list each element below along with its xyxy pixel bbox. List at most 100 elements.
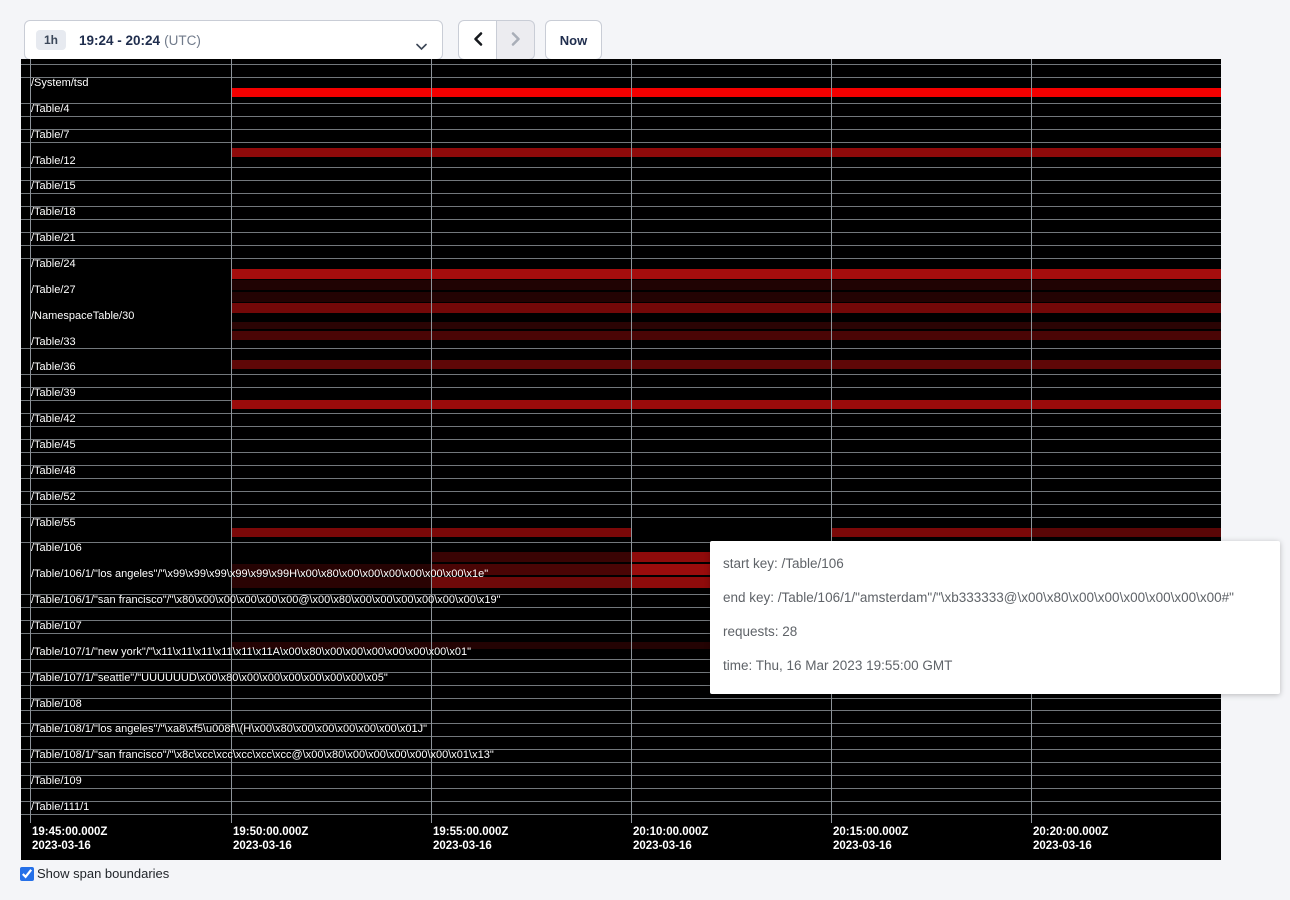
show-span-boundaries-control: Show span boundaries — [20, 866, 169, 881]
tooltip-line: end key: /Table/106/1/"amsterdam"/"\xb33… — [723, 581, 1266, 615]
span-key-label: /Table/21 — [31, 232, 76, 244]
span-boundary-line — [21, 452, 1221, 453]
span-boundary-line — [21, 103, 1221, 104]
span-key-label: /Table/108/1/"san francisco"/"\x8c\xcc\x… — [31, 749, 494, 761]
span-key-label: /Table/106 — [31, 542, 82, 554]
span-boundary-line — [21, 232, 1221, 233]
show-span-boundaries-checkbox[interactable] — [20, 867, 34, 881]
time-axis-date: 2023-03-16 — [233, 839, 308, 853]
next-interval-button[interactable] — [496, 20, 535, 60]
heat-band — [231, 360, 1221, 369]
span-key-label: /Table/42 — [31, 413, 76, 425]
span-key-label: /Table/107/1/"new york"/"\x11\x11\x11\x1… — [31, 646, 471, 658]
time-axis-time: 20:15:00.000Z — [833, 825, 908, 839]
hover-tooltip: start key: /Table/106end key: /Table/106… — [710, 541, 1280, 694]
span-boundary-line — [21, 245, 1221, 246]
span-key-label: /Table/27 — [31, 284, 76, 296]
heat-band — [231, 280, 1221, 290]
time-axis-time: 19:55:00.000Z — [433, 825, 508, 839]
span-boundary-line — [21, 387, 1221, 388]
span-boundary-line — [21, 698, 1221, 699]
span-key-label: /Table/33 — [31, 336, 76, 348]
heat-band — [231, 292, 1221, 302]
time-axis-date: 2023-03-16 — [1033, 839, 1108, 853]
span-key-label: /Table/55 — [31, 517, 76, 529]
span-boundary-line — [21, 193, 1221, 194]
time-axis-label: 19:45:00.000Z2023-03-16 — [32, 825, 107, 853]
span-key-label: /Table/15 — [31, 180, 76, 192]
tooltip-line: requests: 28 — [723, 615, 1266, 649]
span-key-label: /Table/107 — [31, 620, 82, 632]
span-key-label: /Table/106/1/"los angeles"/"\x99\x99\x99… — [31, 568, 488, 580]
span-key-label: /Table/106/1/"san francisco"/"\x80\x00\x… — [31, 594, 501, 606]
time-axis-time: 20:10:00.000Z — [633, 825, 708, 839]
span-key-label: /Table/48 — [31, 465, 76, 477]
span-boundary-line — [21, 64, 1221, 65]
span-boundary-line — [21, 710, 1221, 711]
span-boundary-line — [21, 439, 1221, 440]
span-boundary-line — [21, 167, 1221, 168]
span-boundary-line — [21, 77, 1221, 78]
span-key-label: /Table/12 — [31, 155, 76, 167]
span-boundary-line — [21, 504, 1221, 505]
time-axis-date: 2023-03-16 — [32, 839, 107, 853]
time-axis-label: 20:15:00.000Z2023-03-16 — [833, 825, 908, 853]
heat-band — [231, 322, 1221, 329]
heat-band — [231, 400, 1221, 409]
time-range-preset-badge: 1h — [36, 30, 66, 50]
heat-band — [231, 148, 1221, 157]
span-boundary-line — [21, 348, 1221, 349]
chevron-down-icon — [416, 38, 427, 56]
span-boundary-line — [21, 775, 1221, 776]
time-axis-label: 20:10:00.000Z2023-03-16 — [633, 825, 708, 853]
span-key-label: /System/tsd — [31, 77, 88, 89]
span-key-label: /Table/36 — [31, 361, 76, 373]
prev-interval-button[interactable] — [458, 20, 497, 60]
heat-band — [1031, 528, 1221, 537]
span-boundary-line — [21, 374, 1221, 375]
span-boundary-line — [21, 413, 1221, 414]
time-range-text: 19:24 - 20:24(UTC) — [79, 33, 201, 48]
span-key-label: /Table/24 — [31, 258, 76, 270]
time-gridline — [231, 59, 232, 823]
heat-band — [231, 331, 1221, 340]
span-key-label: /Table/108 — [31, 698, 82, 710]
time-axis-label: 20:20:00.000Z2023-03-16 — [1033, 825, 1108, 853]
span-boundary-line — [21, 491, 1221, 492]
span-boundary-line — [21, 801, 1221, 802]
time-range-timezone: (UTC) — [164, 33, 201, 48]
time-gridline — [831, 59, 832, 823]
chevron-right-icon — [510, 31, 522, 50]
span-key-label: /Table/107/1/"seattle"/"UUUUUUD\x00\x80\… — [31, 672, 388, 684]
heat-band — [231, 303, 1221, 313]
time-nav-group — [458, 20, 535, 60]
span-key-label: /Table/52 — [31, 491, 76, 503]
time-gridline — [631, 59, 632, 823]
time-axis-label: 19:55:00.000Z2023-03-16 — [433, 825, 508, 853]
span-boundary-line — [21, 478, 1221, 479]
span-key-label: /Table/39 — [31, 387, 76, 399]
time-range-select[interactable]: 1h 19:24 - 20:24(UTC) — [24, 20, 443, 60]
time-axis-date: 2023-03-16 — [833, 839, 908, 853]
tooltip-line: time: Thu, 16 Mar 2023 19:55:00 GMT — [723, 649, 1266, 683]
span-boundary-line — [21, 129, 1221, 130]
span-boundary-line — [21, 736, 1221, 737]
span-boundary-line — [21, 206, 1221, 207]
span-boundary-line — [21, 219, 1221, 220]
span-boundary-line — [21, 465, 1221, 466]
span-boundary-line — [21, 180, 1221, 181]
heat-band — [231, 88, 1221, 97]
span-key-label: /Table/45 — [31, 439, 76, 451]
key-visualizer-page: 1h 19:24 - 20:24(UTC) Now /System/tsd/Ta… — [0, 0, 1290, 900]
time-gridline — [431, 59, 432, 823]
span-key-label: /Table/18 — [31, 206, 76, 218]
now-button[interactable]: Now — [545, 20, 602, 60]
tooltip-line: start key: /Table/106 — [723, 547, 1266, 581]
time-gridline — [1031, 59, 1032, 823]
time-axis-time: 20:20:00.000Z — [1033, 825, 1108, 839]
key-visualizer-canvas[interactable]: /System/tsd/Table/4/Table/7/Table/12/Tab… — [21, 59, 1221, 860]
chevron-left-icon — [472, 31, 484, 50]
span-boundary-line — [21, 788, 1221, 789]
heat-band — [231, 269, 1221, 279]
span-boundary-line — [21, 142, 1221, 143]
